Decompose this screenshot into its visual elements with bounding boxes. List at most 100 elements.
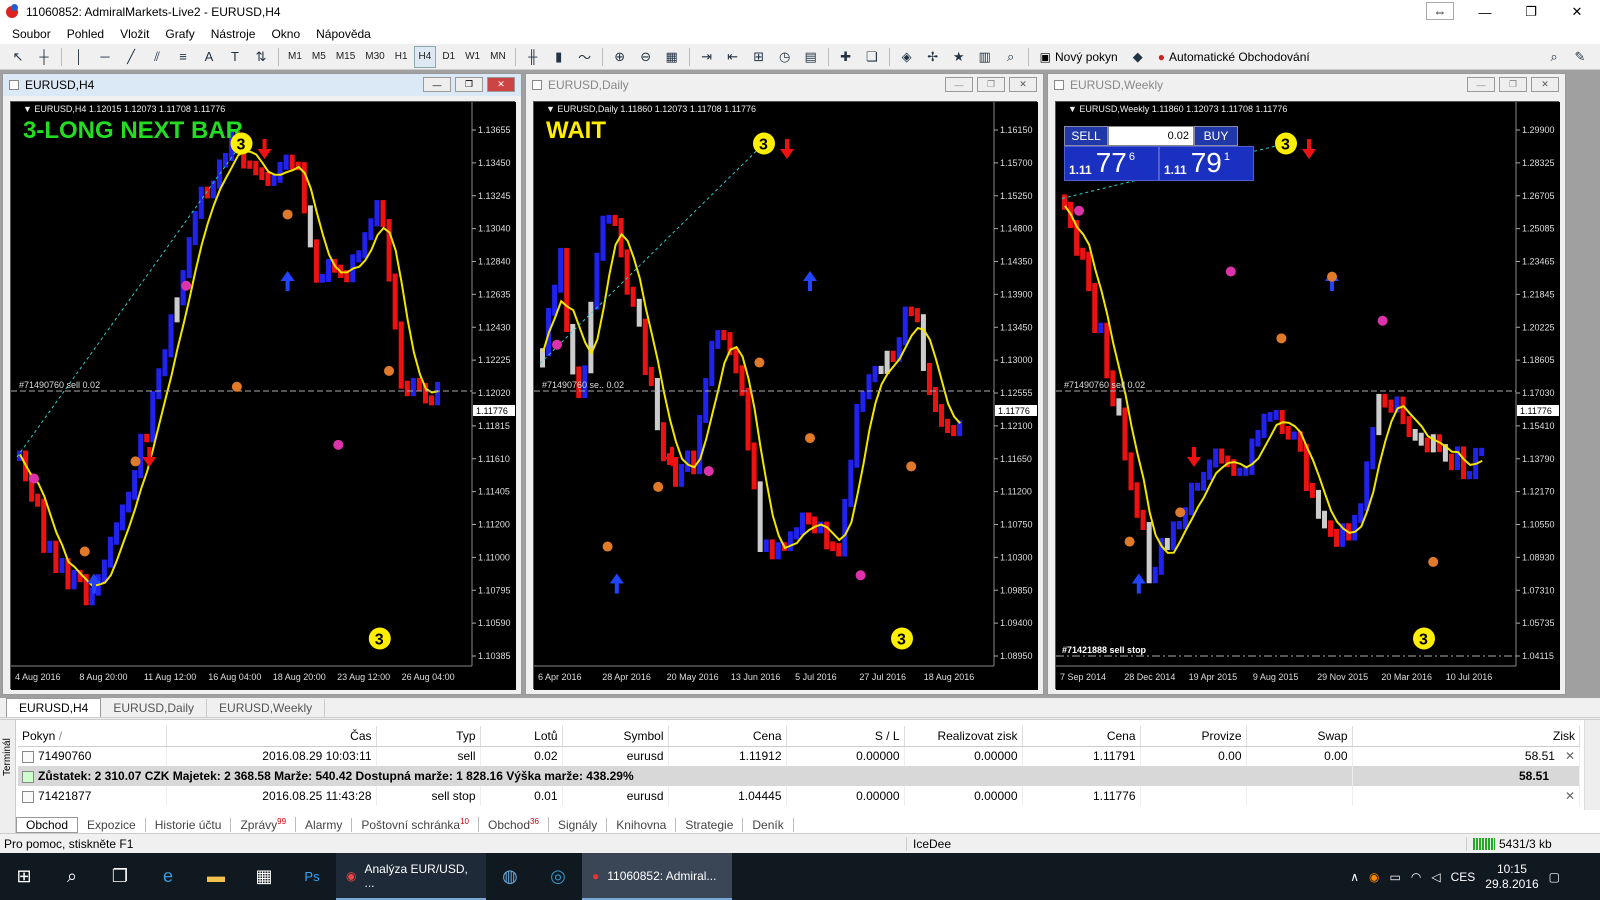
terminal-tab-news[interactable]: Zprávy99 (231, 817, 297, 832)
chart-close-button[interactable]: ✕ (1531, 77, 1559, 92)
col-price[interactable]: Cena (668, 726, 787, 747)
timeframe-mn[interactable]: MN (486, 46, 510, 68)
new-chart-icon[interactable]: ✚ (834, 46, 858, 68)
taskbar-app-chrome[interactable]: ◉ Analýza EUR/USD, ... (336, 853, 486, 900)
chart-window-title-bar[interactable]: EURUSD,Weekly — ❐ ✕ (1048, 74, 1565, 96)
chart-window-weekly[interactable]: EURUSD,Weekly — ❐ ✕ 1.29900 1.28325 1.2670… (1047, 73, 1566, 695)
col-time[interactable]: Čas (166, 726, 377, 747)
col-current-price[interactable]: Cena (1022, 726, 1141, 747)
chart-close-button[interactable]: ✕ (1009, 77, 1037, 92)
chart-plot[interactable]: 1.13655 1.13450 1.13245 1.13040 1.12840 1.126… (10, 101, 516, 690)
restore-layout-icon[interactable]: ⇔ (1426, 2, 1454, 20)
trendline-icon[interactable]: ╱ (119, 46, 143, 68)
search-icon[interactable]: ⌕ (48, 853, 96, 900)
col-sl[interactable]: S / L (786, 726, 905, 747)
delete-order-icon[interactable]: ✕ (1565, 789, 1575, 803)
notifications-icon[interactable]: ▢ (1549, 870, 1560, 884)
terminal-icon[interactable]: ▥ (973, 46, 997, 68)
table-row[interactable]: 71490760 2016.08.29 10:03:11 sell 0.02 e… (18, 746, 1580, 766)
line-chart-icon[interactable]: 〜 (573, 46, 597, 68)
col-symbol[interactable]: Symbol (562, 726, 669, 747)
arrows-icon[interactable]: ⇅ (249, 46, 273, 68)
terminal-scrollbar[interactable] (1584, 720, 1600, 810)
wifi-icon[interactable]: ◠ (1411, 870, 1421, 884)
search-icon[interactable]: ⌕ (1542, 46, 1566, 68)
crosshair-icon[interactable]: ┼ (32, 46, 56, 68)
maximize-button[interactable]: ❐ (1508, 0, 1554, 24)
minimize-button[interactable]: — (1462, 0, 1508, 24)
col-tp[interactable]: Realizovat zisk (904, 726, 1023, 747)
menu-grafy[interactable]: Grafy (157, 27, 202, 41)
chart-plot[interactable]: 1.16150 1.15700 1.15250 1.14800 1.14350 1.139… (533, 101, 1038, 690)
status-connection[interactable]: 5431/3 kb (1466, 836, 1552, 851)
navigator-icon[interactable]: ★ (947, 46, 971, 68)
market-watch-icon[interactable]: ◈ (895, 46, 919, 68)
status-profile[interactable]: IceDee (906, 836, 1466, 851)
terminal-tab-trade[interactable]: Obchod (16, 816, 79, 833)
chat-icon[interactable]: ✎ (1568, 46, 1592, 68)
terminal-tab-market[interactable]: Obchod36 (479, 817, 549, 832)
chart-window-title-bar[interactable]: EURUSD,Daily — ❐ ✕ (526, 74, 1043, 96)
chart-minimize-button[interactable]: — (423, 77, 451, 92)
chart-tab-h4[interactable]: EURUSD,H4 (6, 698, 102, 717)
app-icon-globe[interactable]: ◍ (486, 853, 534, 900)
col-profit[interactable]: Zisk (1352, 726, 1580, 747)
buy-price[interactable]: 1.11 79 1 (1159, 146, 1254, 181)
terminal-tab-library[interactable]: Knihovna (607, 817, 677, 832)
candlestick-icon[interactable]: ▮ (547, 46, 571, 68)
chart-minimize-button[interactable]: — (945, 77, 973, 92)
tester-icon[interactable]: ⌕ (999, 46, 1023, 68)
cursor-icon[interactable]: ↖ (6, 46, 30, 68)
chart-plot[interactable]: 1.29900 1.28325 1.26705 1.25085 1.23465 1.218… (1055, 101, 1560, 690)
close-order-icon[interactable]: ✕ (1565, 749, 1575, 763)
auto-trading-button[interactable]: ● Automatické Obchodování (1152, 50, 1316, 64)
language-indicator[interactable]: CES (1451, 870, 1476, 884)
bar-chart-icon[interactable]: ╫ (521, 46, 545, 68)
terminal-tab-signals[interactable]: Signály (549, 817, 608, 832)
menu-soubor[interactable]: Soubor (4, 27, 59, 41)
windows-start-icon[interactable]: ⊞ (0, 853, 48, 900)
taskbar-app-metatrader[interactable]: ● 11060852: Admiral... (582, 853, 732, 900)
menu-okno[interactable]: Okno (263, 27, 308, 41)
col-type[interactable]: Typ (376, 726, 481, 747)
sell-price[interactable]: 1.11 77 6 (1064, 146, 1159, 181)
avast-icon[interactable]: ◉ (1369, 870, 1379, 884)
app-icon-kbs[interactable]: ◎ (534, 853, 582, 900)
horizontal-line-icon[interactable]: ─ (93, 46, 117, 68)
vertical-line-icon[interactable]: │ (67, 46, 91, 68)
col-lots[interactable]: Lotů (480, 726, 563, 747)
chart-window-daily[interactable]: EURUSD,Daily — ❐ ✕ 1.16150 1.15700 1.15250… (525, 73, 1044, 695)
chart-close-button[interactable]: ✕ (487, 77, 515, 92)
table-row[interactable]: 71421877 2016.08.25 11:43:28 sell stop 0… (18, 786, 1580, 806)
chart-window-h4[interactable]: EURUSD,H4 — ❐ ✕ 1.13655 1.13450 1.13245 1.1… (2, 73, 522, 695)
chart-maximize-button[interactable]: ❐ (455, 77, 483, 92)
terminal-tab-alerts[interactable]: Alarmy (296, 817, 353, 832)
buy-button[interactable]: BUY (1194, 126, 1238, 146)
menu-vlozit[interactable]: Vložit (112, 27, 157, 41)
chart-tab-weekly[interactable]: EURUSD,Weekly (207, 699, 326, 717)
tile-windows-icon[interactable]: ▦ (660, 46, 684, 68)
chevron-up-icon[interactable]: ∧ (1350, 870, 1359, 884)
chart-minimize-button[interactable]: — (1467, 77, 1495, 92)
task-view-icon[interactable]: ❐ (96, 853, 144, 900)
new-order-button[interactable]: ▣ Nový pokyn (1034, 50, 1124, 64)
channel-icon[interactable]: ⫽ (145, 46, 169, 68)
col-order[interactable]: Pokyn / (18, 726, 167, 747)
terminal-tab-exposure[interactable]: Expozice (78, 817, 146, 832)
terminal-tab-journal[interactable]: Deník (743, 817, 794, 832)
timeframe-m5[interactable]: M5 (308, 46, 330, 68)
battery-icon[interactable]: ▭ (1390, 870, 1401, 884)
volume-icon[interactable]: ◁ (1431, 870, 1440, 884)
indicators-icon[interactable]: ⊞ (747, 46, 771, 68)
profiles-icon[interactable]: ❏ (860, 46, 884, 68)
timeframe-h4[interactable]: H4 (413, 45, 437, 68)
chart-maximize-button[interactable]: ❐ (1499, 77, 1527, 92)
fibonacci-icon[interactable]: ≡ (171, 46, 195, 68)
text-label-icon[interactable]: T (223, 46, 247, 68)
terminal-tab-history[interactable]: Historie účtu (146, 817, 232, 832)
file-explorer-icon[interactable]: ▬ (192, 853, 240, 900)
timeframe-h1[interactable]: H1 (391, 46, 412, 68)
terminal-tab-strategies[interactable]: Strategie (676, 817, 744, 832)
chart-window-title-bar[interactable]: EURUSD,H4 — ❐ ✕ (3, 74, 521, 96)
templates-icon[interactable]: ▤ (799, 46, 823, 68)
